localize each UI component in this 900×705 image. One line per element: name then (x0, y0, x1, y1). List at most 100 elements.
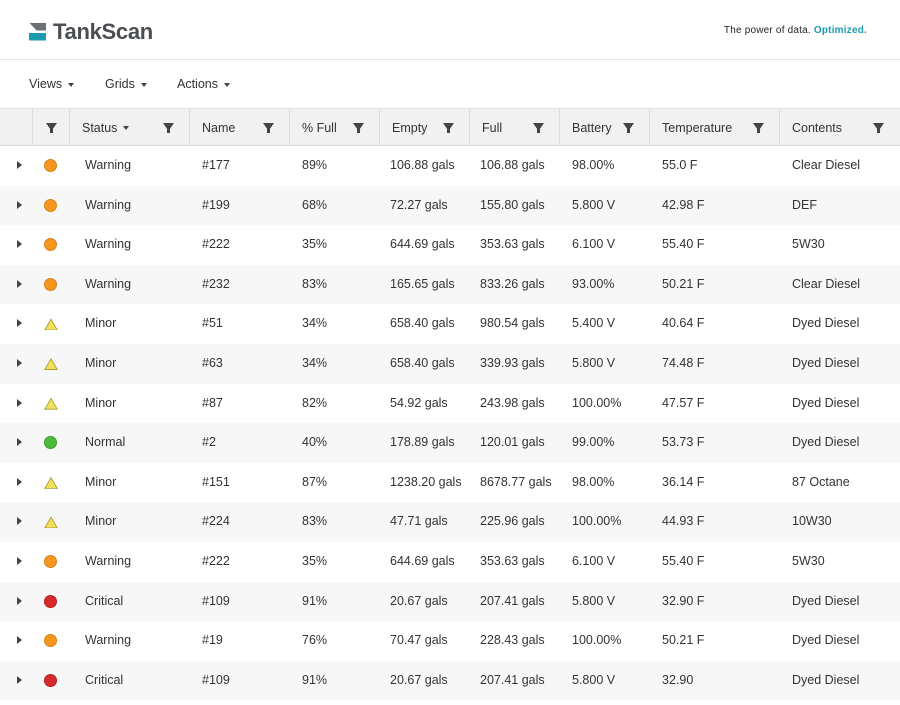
cell-full: 339.93 gals (480, 355, 545, 370)
expand-row-icon[interactable] (17, 596, 22, 605)
expand-row-icon[interactable] (17, 161, 22, 169)
expand-row-icon[interactable] (17, 319, 22, 328)
actions-menu-button[interactable]: Actions (177, 77, 230, 91)
cell-contents: Dyed Diesel (792, 395, 860, 410)
expand-row-icon[interactable] (17, 438, 22, 447)
cell-name: #51 (202, 316, 223, 331)
column-header-name[interactable]: Name (189, 109, 289, 146)
cell-empty: 1238.20 gals (390, 474, 462, 489)
table-row[interactable]: Warning #222 35% 644.69 gals 353.63 gals 6.10… (0, 225, 900, 265)
table-row[interactable]: Warning #222 35% 644.69 gals 353.63 gals 6.10… (0, 542, 900, 582)
cell-contents: 10W30 (792, 514, 832, 529)
cell-pct-full: 76% (302, 633, 328, 648)
cell-empty: 178.89 gals (390, 435, 455, 450)
actions-label: Actions (177, 77, 218, 91)
cell-empty: 106.88 gals (390, 158, 455, 172)
table-row[interactable]: Minor #224 83% 47.71 gals 225.96 gals 100.00%… (0, 502, 900, 542)
table-row[interactable]: Warning #199 68% 72.27 gals 155.80 gals 5.800… (0, 185, 900, 226)
cell-pct-full: 35% (302, 553, 328, 568)
column-header-filter[interactable] (32, 109, 69, 146)
warning-status-dot-icon (44, 238, 57, 252)
cell-status: Normal (85, 435, 126, 450)
cell-contents: Dyed Diesel (792, 633, 860, 648)
filter-icon[interactable] (263, 123, 274, 133)
column-header-full[interactable]: Full (469, 109, 559, 146)
table-row[interactable]: Warning #232 83% 165.65 gals 833.26 gals 93.0… (0, 264, 900, 305)
column-label-pct-full: % Full (302, 121, 337, 135)
column-header-battery[interactable]: Battery (559, 109, 649, 146)
table-row[interactable]: Warning #177 89% 106.88 gals 106.88 gals 98.0… (0, 146, 900, 186)
cell-empty: 47.71 gals (390, 514, 448, 529)
column-header-status[interactable]: Status (69, 109, 189, 146)
expand-row-icon[interactable] (17, 517, 22, 526)
cell-temperature: 55.0 F (662, 158, 698, 172)
expand-row-icon[interactable] (17, 200, 22, 209)
warning-status-dot-icon (44, 277, 57, 291)
expand-row-icon[interactable] (17, 358, 22, 367)
column-header-temperature[interactable]: Temperature (649, 109, 779, 146)
cell-full: 225.96 gals (480, 514, 545, 529)
expand-row-icon[interactable] (17, 279, 22, 288)
cell-status: Warning (85, 237, 132, 252)
tankscan-logo[interactable]: TankScan (29, 19, 153, 45)
warning-status-dot-icon (44, 198, 57, 212)
cell-name: #151 (202, 474, 230, 489)
minor-warning-triangle-icon (44, 398, 58, 410)
grids-label: Grids (105, 77, 135, 91)
expand-row-icon[interactable] (17, 636, 22, 645)
column-label-battery: Battery (572, 121, 612, 135)
filter-icon[interactable] (443, 123, 454, 133)
table-row[interactable]: Minor #151 87% 1238.20 gals 8678.77 gals 98.0… (0, 463, 900, 503)
cell-full: 228.43 gals (480, 633, 545, 648)
table-row[interactable]: Warning #19 76% 70.47 gals 228.43 gals 100.00… (0, 621, 900, 661)
cell-battery: 6.100 V (572, 553, 616, 568)
cell-pct-full: 82% (302, 395, 328, 410)
column-label-status: Status (82, 121, 118, 135)
expand-row-icon[interactable] (17, 240, 22, 249)
cell-status: Critical (85, 672, 124, 687)
cell-full: 207.41 gals (480, 593, 545, 608)
expand-row-icon[interactable] (17, 556, 22, 565)
cell-contents: Dyed Diesel (792, 435, 860, 450)
column-label-empty: Empty (392, 121, 428, 135)
views-menu-button[interactable]: Views (29, 77, 75, 91)
filter-icon[interactable] (753, 123, 764, 133)
column-header-contents[interactable]: Contents (779, 109, 900, 146)
cell-status: Warning (85, 158, 132, 172)
table-row[interactable]: Normal #2 40% 178.89 gals 120.01 gals 99.00% 5… (0, 423, 900, 463)
grid-body: Warning #177 89% 106.88 gals 106.88 gals 98.0… (0, 146, 900, 701)
cell-full: 155.80 gals (480, 197, 545, 212)
cell-contents: Clear Diesel (792, 276, 861, 291)
expand-row-icon[interactable] (17, 398, 22, 407)
table-row[interactable]: Minor #87 82% 54.92 gals 243.98 gals 100.00% 4… (0, 384, 900, 424)
minor-warning-triangle-icon (44, 318, 58, 330)
cell-contents: Dyed Diesel (792, 316, 860, 331)
table-row[interactable]: Critical #109 91% 20.67 gals 207.41 gals 5.80… (0, 581, 900, 622)
grids-menu-button[interactable]: Grids (105, 77, 147, 91)
filter-icon[interactable] (873, 123, 884, 133)
expand-row-icon[interactable] (17, 477, 22, 486)
caret-down-icon (68, 82, 75, 87)
filter-icon[interactable] (353, 123, 364, 133)
filter-icon[interactable] (46, 123, 57, 133)
cell-battery: 5.800 V (572, 672, 616, 687)
cell-pct-full: 40% (302, 435, 328, 450)
cell-empty: 20.67 gals (390, 593, 448, 608)
cell-pct-full: 83% (302, 276, 328, 291)
table-row[interactable]: Minor #51 34% 658.40 gals 980.54 gals 5.400 V… (0, 304, 900, 344)
column-header-pct-full[interactable]: % Full (289, 109, 379, 146)
warning-status-dot-icon (44, 159, 57, 172)
filter-icon[interactable] (163, 123, 174, 133)
cell-battery: 100.00% (572, 395, 622, 410)
filter-icon[interactable] (623, 123, 634, 133)
expand-row-icon[interactable] (17, 675, 22, 684)
caret-down-icon (224, 82, 230, 87)
column-label-temperature: Temperature (662, 121, 733, 135)
filter-icon[interactable] (533, 123, 544, 133)
cell-temperature: 44.93 F (662, 514, 705, 529)
cell-pct-full: 91% (302, 672, 328, 687)
cell-name: #109 (202, 593, 230, 608)
table-row[interactable]: Critical #109 91% 20.67 gals 207.41 gals 5.80… (0, 660, 900, 701)
table-row[interactable]: Minor #63 34% 658.40 gals 339.93 gals 5.800 V… (0, 343, 900, 384)
column-header-empty[interactable]: Empty (379, 109, 469, 146)
